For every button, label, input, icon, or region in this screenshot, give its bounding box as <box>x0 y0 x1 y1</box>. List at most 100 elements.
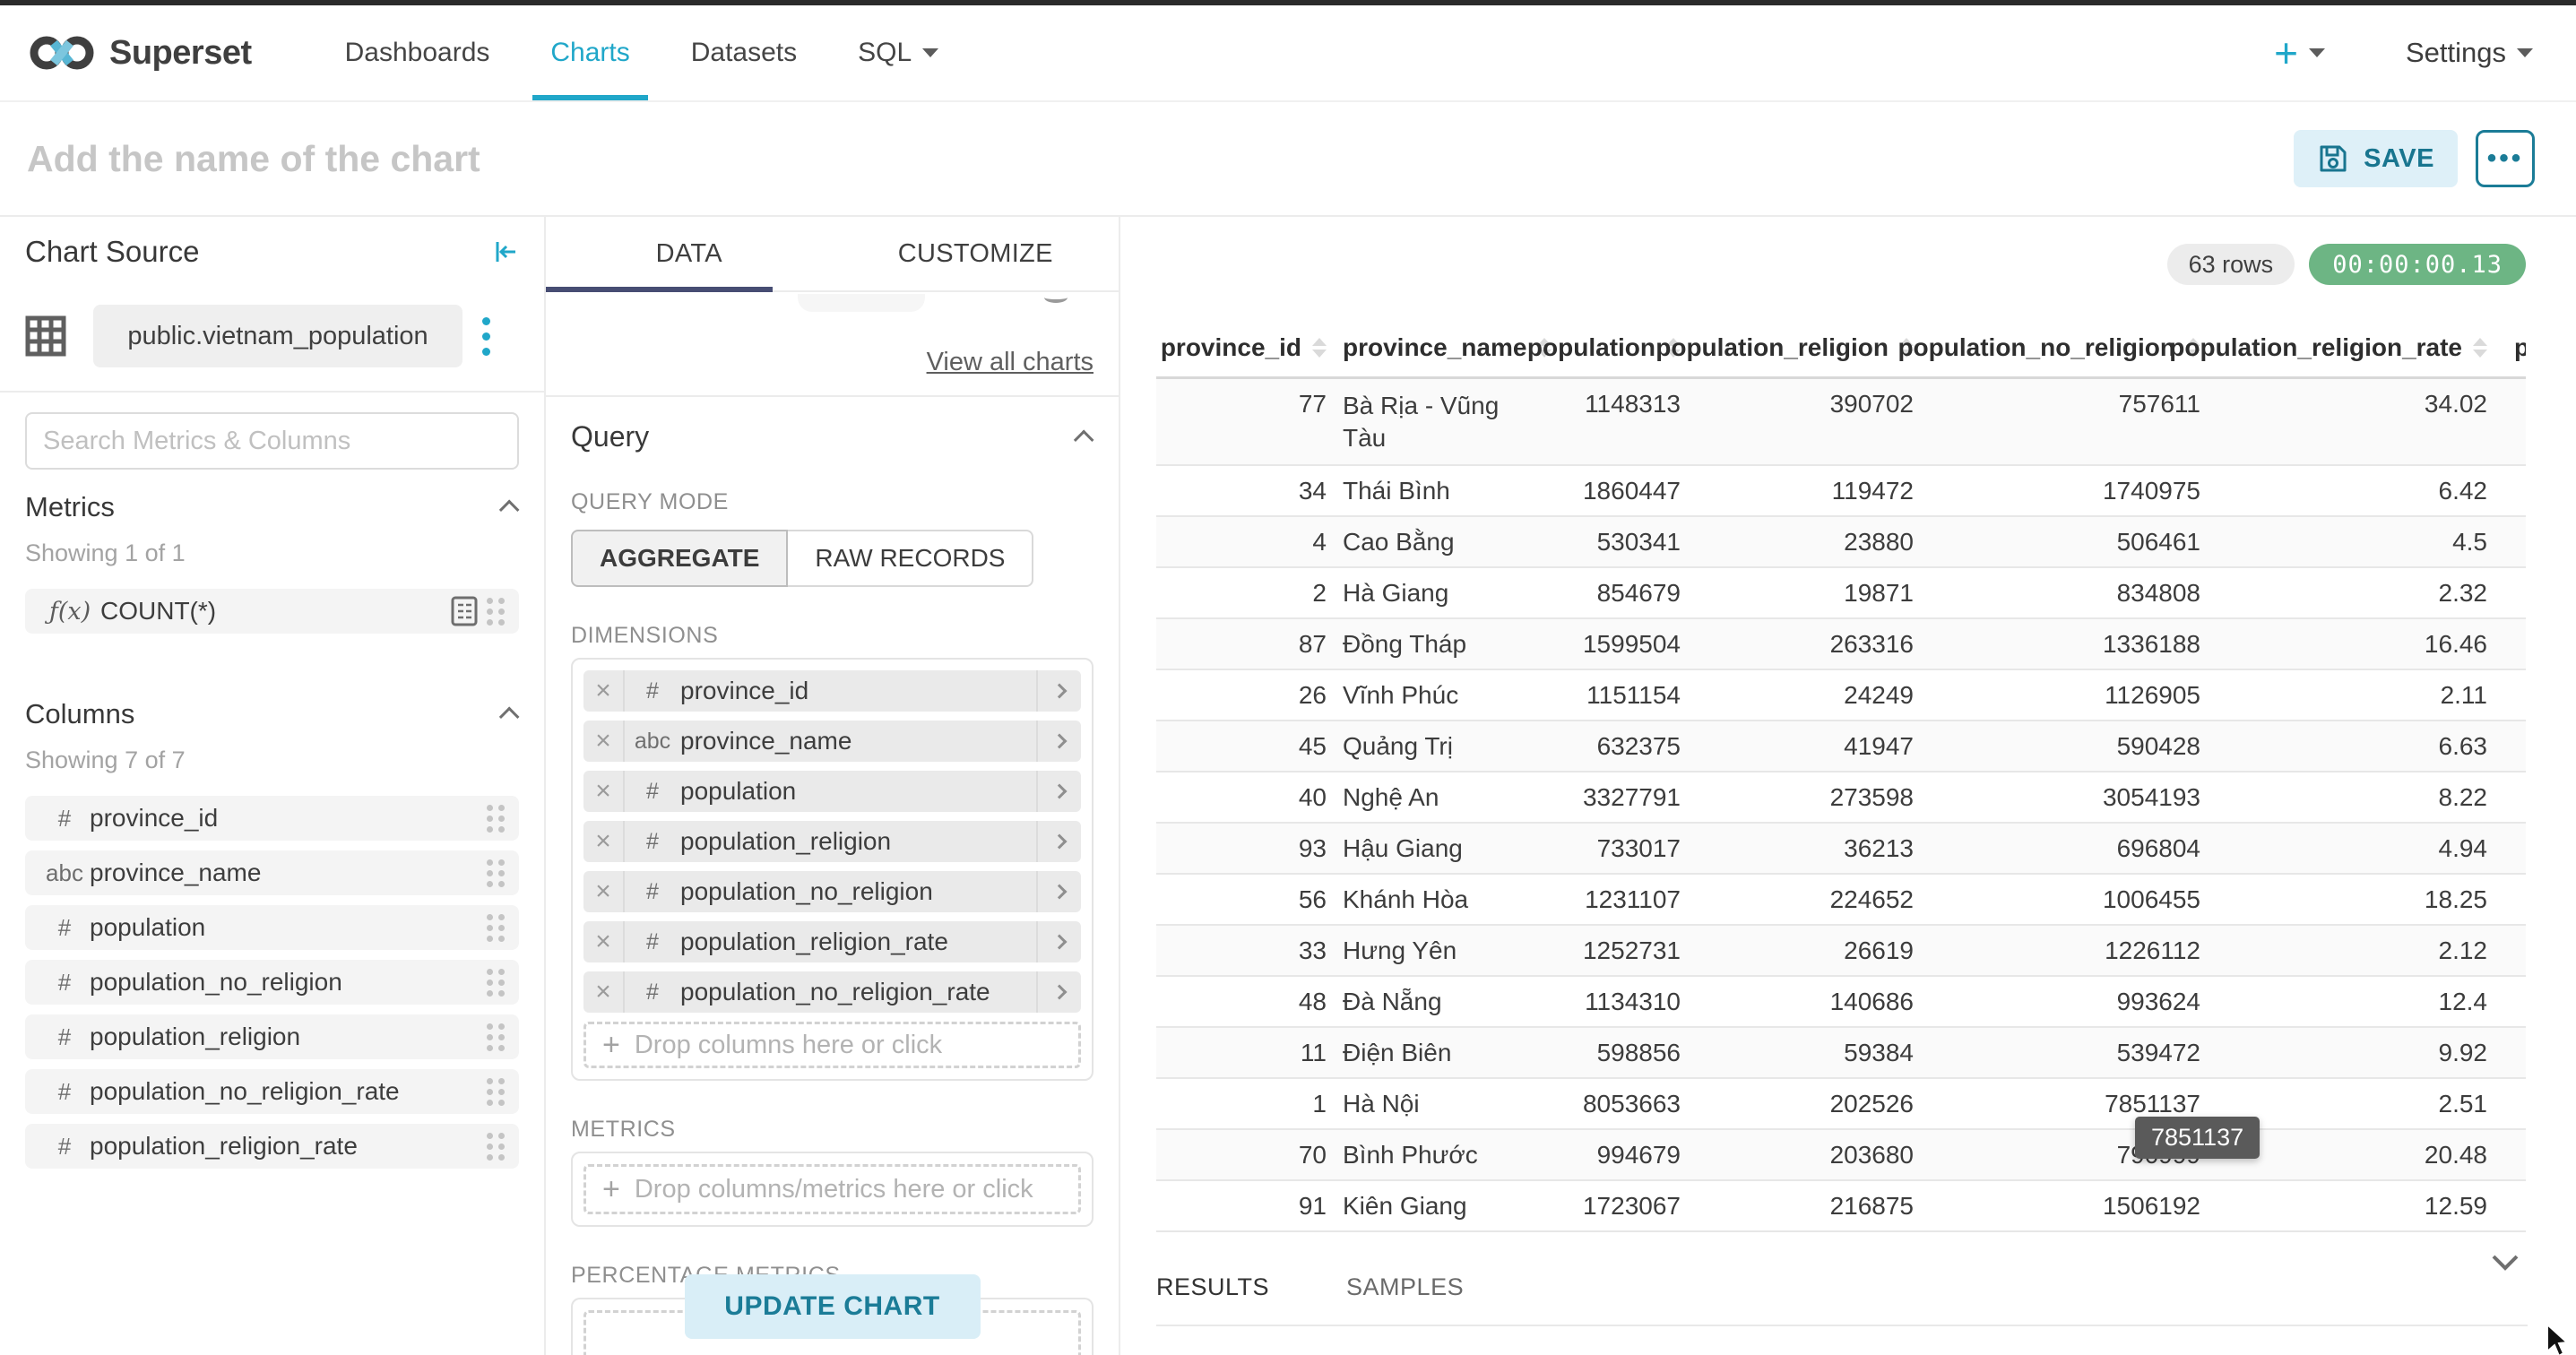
table-cell: 696804 <box>1914 824 2200 873</box>
table-cell: 1231107 <box>1524 875 1681 924</box>
table-cell: 6.63 <box>2200 721 2487 771</box>
column-item[interactable]: #population_no_religion <box>25 960 519 1005</box>
column-header-province_name[interactable]: province_name <box>1327 319 1524 376</box>
remove-dimension-icon[interactable]: × <box>583 821 625 862</box>
table-cell: 733017 <box>1524 824 1681 873</box>
remove-dimension-icon[interactable]: × <box>583 721 625 762</box>
drag-handle-icon[interactable] <box>487 805 505 833</box>
table-cell <box>2487 772 2526 822</box>
collapse-query-icon[interactable] <box>1074 429 1094 450</box>
update-chart-button[interactable]: UPDATE CHART <box>685 1274 981 1339</box>
query-mode-raw-records[interactable]: RAW RECORDS <box>786 530 1033 587</box>
table-cell: 1740975 <box>1914 466 2200 515</box>
dimension-chip[interactable]: ×#population <box>583 771 1081 812</box>
collapse-panel-icon[interactable] <box>492 238 519 265</box>
column-header-population_religion_rate[interactable]: population_religion_rate <box>2200 319 2487 376</box>
expand-dimension-icon[interactable] <box>1036 721 1081 762</box>
collapse-columns-icon[interactable] <box>499 707 520 728</box>
column-header-population_religion[interactable]: population_religion <box>1681 319 1914 376</box>
metric-item[interactable]: ƒ(x)COUNT(*) <box>25 589 519 634</box>
table-cell: 56 <box>1156 875 1327 924</box>
dataset-options-kebab-icon[interactable] <box>482 317 490 356</box>
data-controls-panel: DATACUSTOMIZE View all charts Query QUER… <box>546 217 1120 1355</box>
collapse-results-icon[interactable] <box>2490 1253 2520 1273</box>
remove-dimension-icon[interactable]: × <box>583 971 625 1013</box>
nav-item-charts[interactable]: Charts <box>520 5 660 100</box>
column-item[interactable]: abcprovince_name <box>25 850 519 895</box>
query-section-title: Query <box>571 420 649 453</box>
dimension-chip[interactable]: ×abcprovince_name <box>583 721 1081 762</box>
expand-dimension-icon[interactable] <box>1036 871 1081 912</box>
dimension-chip[interactable]: ×#population_no_religion <box>583 871 1081 912</box>
dimension-chip[interactable]: ×#population_religion <box>583 821 1081 862</box>
chart-source-title: Chart Source <box>25 235 199 269</box>
table-cell: 93 <box>1156 824 1327 873</box>
drop-metrics-zone[interactable]: + Drop columns/metrics here or click <box>583 1164 1081 1214</box>
remove-dimension-icon[interactable]: × <box>583 670 625 712</box>
superset-brand[interactable]: Superset <box>27 5 252 100</box>
expand-dimension-icon[interactable] <box>1036 821 1081 862</box>
drag-handle-icon[interactable] <box>487 1078 505 1106</box>
tab-customize[interactable]: CUSTOMIZE <box>833 217 1119 290</box>
column-item[interactable]: #population_no_religion_rate <box>25 1069 519 1114</box>
remove-dimension-icon[interactable]: × <box>583 921 625 962</box>
nav-item-dashboards[interactable]: Dashboards <box>315 5 521 100</box>
drop-columns-zone[interactable]: + Drop columns here or click <box>583 1022 1081 1068</box>
chevron-right-icon <box>1052 834 1068 850</box>
chart-name-input[interactable]: Add the name of the chart <box>27 138 2294 180</box>
save-button[interactable]: SAVE <box>2294 130 2458 187</box>
expand-dimension-icon[interactable] <box>1036 670 1081 712</box>
nav-item-sql[interactable]: SQL <box>827 5 969 100</box>
table-cell <box>2487 568 2526 617</box>
nav-item-datasets[interactable]: Datasets <box>661 5 827 100</box>
dimension-chip[interactable]: ×#population_religion_rate <box>583 921 1081 962</box>
column-item[interactable]: #population_religion <box>25 1014 519 1059</box>
sort-icon[interactable] <box>2473 338 2487 358</box>
table-cell: 119472 <box>1681 466 1914 515</box>
column-item[interactable]: #province_id <box>25 796 519 841</box>
table-cell: 2.32 <box>2200 568 2487 617</box>
drag-handle-icon[interactable] <box>487 914 505 942</box>
new-item-button[interactable]: + <box>2274 29 2325 77</box>
chevron-right-icon <box>1052 734 1068 749</box>
table-row: 1Hà Nội805366320252678511372.51 <box>1156 1079 2526 1130</box>
table-cell: 224652 <box>1681 875 1914 924</box>
table-cell: Hưng Yên <box>1327 926 1524 975</box>
nav-item-label: Dashboards <box>345 38 490 68</box>
footer-tab-samples[interactable]: SAMPLES <box>1346 1273 1464 1301</box>
save-label: SAVE <box>2364 144 2434 174</box>
expand-dimension-icon[interactable] <box>1036 971 1081 1013</box>
sort-icon[interactable] <box>1312 338 1327 358</box>
table-row: 33Hưng Yên12527312661912261122.12 <box>1156 926 2526 977</box>
collapse-metrics-icon[interactable] <box>499 500 520 521</box>
view-all-charts-link[interactable]: View all charts <box>571 348 1094 377</box>
drag-handle-icon[interactable] <box>487 1133 505 1161</box>
remove-dimension-icon[interactable]: × <box>583 771 625 812</box>
dimension-chip[interactable]: ×#province_id <box>583 670 1081 712</box>
tab-data[interactable]: DATA <box>546 217 833 290</box>
column-header-province_id[interactable]: province_id <box>1156 319 1327 376</box>
table-cell: Cao Bằng <box>1327 517 1524 566</box>
query-mode-aggregate[interactable]: AGGREGATE <box>571 530 788 587</box>
more-options-button[interactable]: ••• <box>2476 130 2535 187</box>
search-metrics-columns-input[interactable] <box>25 412 519 470</box>
drag-handle-icon[interactable] <box>487 1023 505 1051</box>
settings-menu[interactable]: Settings <box>2406 37 2533 69</box>
dimension-chip[interactable]: ×#population_no_religion_rate <box>583 971 1081 1013</box>
save-icon <box>2317 142 2349 175</box>
drag-handle-icon[interactable] <box>487 969 505 997</box>
drag-handle-icon[interactable] <box>487 598 505 626</box>
expand-dimension-icon[interactable] <box>1036 771 1081 812</box>
column-header-population_no_religion[interactable]: population_no_religion <box>1914 319 2200 376</box>
column-item[interactable]: #population <box>25 905 519 950</box>
dataset-selector[interactable]: public.vietnam_population <box>93 305 462 367</box>
drag-handle-icon[interactable] <box>487 859 505 887</box>
chevron-down-icon <box>2517 48 2533 57</box>
footer-tab-results[interactable]: RESULTS <box>1156 1273 1269 1301</box>
metrics-showing-count: Showing 1 of 1 <box>25 539 519 567</box>
expand-dimension-icon[interactable] <box>1036 921 1081 962</box>
column-item[interactable]: #population_religion_rate <box>25 1124 519 1169</box>
table-row: 4Cao Bằng530341238805064614.5 <box>1156 517 2526 568</box>
column-header-popu[interactable]: popu <box>2487 319 2526 376</box>
remove-dimension-icon[interactable]: × <box>583 871 625 912</box>
